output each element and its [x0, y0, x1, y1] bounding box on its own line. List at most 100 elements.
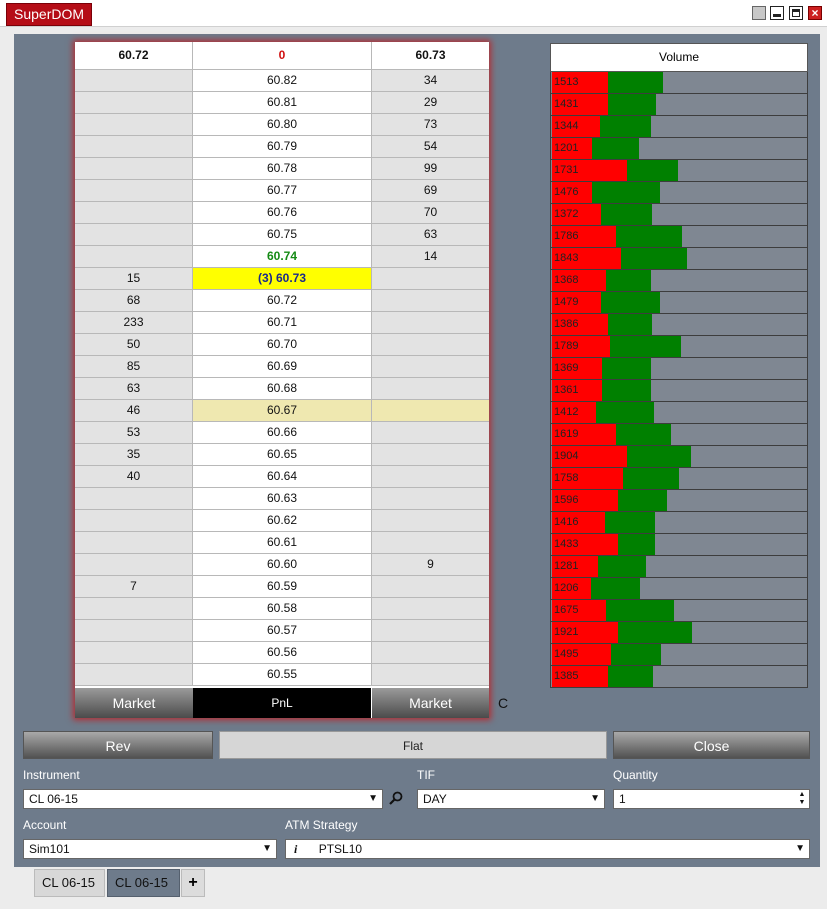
close-position-button[interactable]: Close: [613, 731, 810, 759]
bid-cell[interactable]: [75, 92, 193, 114]
bid-cell[interactable]: [75, 70, 193, 92]
price-cell[interactable]: 60.71: [193, 312, 372, 334]
ask-cell[interactable]: [372, 334, 489, 356]
instrument-select[interactable]: CL 06-15 ▼: [23, 789, 383, 809]
tif-select[interactable]: DAY ▼: [417, 789, 605, 809]
ask-cell[interactable]: 29: [372, 92, 489, 114]
price-cell[interactable]: 60.61: [193, 532, 372, 554]
ask-cell[interactable]: [372, 510, 489, 532]
minimize-button[interactable]: [770, 6, 784, 20]
ask-cell[interactable]: [372, 268, 489, 290]
ask-cell[interactable]: 63: [372, 224, 489, 246]
bid-cell[interactable]: 68: [75, 290, 193, 312]
bid-cell[interactable]: [75, 554, 193, 576]
bid-cell[interactable]: [75, 642, 193, 664]
bid-cell[interactable]: 35: [75, 444, 193, 466]
price-cell[interactable]: 60.63: [193, 488, 372, 510]
price-cell[interactable]: 60.66: [193, 422, 372, 444]
bid-cell[interactable]: 7: [75, 576, 193, 598]
bid-cell[interactable]: [75, 664, 193, 686]
bid-cell[interactable]: [75, 488, 193, 510]
ask-cell[interactable]: [372, 290, 489, 312]
pnl-display-button[interactable]: PnL: [193, 688, 371, 718]
info-icon[interactable]: i: [294, 842, 297, 856]
bid-cell[interactable]: 233: [75, 312, 193, 334]
ask-cell[interactable]: [372, 642, 489, 664]
bid-cell[interactable]: 53: [75, 422, 193, 444]
bid-cell[interactable]: [75, 180, 193, 202]
ask-cell[interactable]: 69: [372, 180, 489, 202]
ask-cell[interactable]: 70: [372, 202, 489, 224]
bid-cell[interactable]: [75, 246, 193, 268]
buy-market-button[interactable]: Market: [75, 688, 193, 718]
ask-cell[interactable]: [372, 532, 489, 554]
price-cell[interactable]: 60.69: [193, 356, 372, 378]
quantity-stepper[interactable]: 1 ▲ ▼: [613, 789, 810, 809]
bid-cell[interactable]: 50: [75, 334, 193, 356]
ask-cell[interactable]: 73: [372, 114, 489, 136]
bid-cell[interactable]: 40: [75, 466, 193, 488]
price-cell[interactable]: 60.76: [193, 202, 372, 224]
bid-cell[interactable]: [75, 158, 193, 180]
price-cell[interactable]: 60.56: [193, 642, 372, 664]
ask-cell[interactable]: [372, 598, 489, 620]
window-options-button[interactable]: [752, 6, 766, 20]
ask-cell[interactable]: [372, 466, 489, 488]
price-cell[interactable]: 60.58: [193, 598, 372, 620]
price-cell[interactable]: 60.67: [193, 400, 372, 422]
ask-cell[interactable]: [372, 620, 489, 642]
ask-cell[interactable]: 54: [372, 136, 489, 158]
sell-market-button[interactable]: Market: [372, 688, 489, 718]
price-cell[interactable]: 60.65: [193, 444, 372, 466]
bid-cell[interactable]: [75, 114, 193, 136]
tab-cl-06-15-active[interactable]: CL 06-15: [107, 869, 180, 897]
bid-cell[interactable]: [75, 598, 193, 620]
bid-cell[interactable]: [75, 202, 193, 224]
ask-cell[interactable]: 9: [372, 554, 489, 576]
bid-cell[interactable]: 46: [75, 400, 193, 422]
price-cell[interactable]: 60.79: [193, 136, 372, 158]
price-cell[interactable]: 60.80: [193, 114, 372, 136]
bid-cell[interactable]: 85: [75, 356, 193, 378]
ask-cell[interactable]: [372, 356, 489, 378]
ask-cell[interactable]: [372, 444, 489, 466]
bid-cell[interactable]: 63: [75, 378, 193, 400]
price-cell[interactable]: 60.74: [193, 246, 372, 268]
price-cell[interactable]: 60.68: [193, 378, 372, 400]
price-cell[interactable]: 60.59: [193, 576, 372, 598]
add-tab-button[interactable]: +: [181, 869, 205, 897]
close-window-button[interactable]: ×: [808, 6, 822, 20]
ask-cell[interactable]: [372, 664, 489, 686]
search-icon[interactable]: [389, 791, 403, 805]
ask-cell[interactable]: [372, 576, 489, 598]
price-cell[interactable]: 60.78: [193, 158, 372, 180]
flatten-button[interactable]: Flat: [219, 731, 607, 759]
ask-cell[interactable]: 34: [372, 70, 489, 92]
tab-cl-06-15-first[interactable]: CL 06-15: [34, 869, 105, 897]
bid-cell[interactable]: [75, 620, 193, 642]
ask-cell[interactable]: [372, 378, 489, 400]
bid-cell[interactable]: [75, 136, 193, 158]
ask-cell[interactable]: 14: [372, 246, 489, 268]
price-cell[interactable]: 60.72: [193, 290, 372, 312]
ask-cell[interactable]: [372, 422, 489, 444]
price-cell[interactable]: 60.57: [193, 620, 372, 642]
stepper-arrows-icon[interactable]: ▲ ▼: [797, 791, 807, 807]
window-title[interactable]: SuperDOM: [6, 3, 93, 26]
price-cell[interactable]: 60.60: [193, 554, 372, 576]
price-cell[interactable]: 60.55: [193, 664, 372, 686]
price-cell[interactable]: 60.77: [193, 180, 372, 202]
bid-cell[interactable]: [75, 532, 193, 554]
reverse-button[interactable]: Rev: [23, 731, 213, 759]
bid-cell[interactable]: 15: [75, 268, 193, 290]
bid-cell[interactable]: [75, 510, 193, 532]
price-cell[interactable]: 60.81: [193, 92, 372, 114]
center-ladder-button[interactable]: C: [498, 695, 508, 711]
price-cell[interactable]: 60.70: [193, 334, 372, 356]
price-cell[interactable]: (3) 60.73: [193, 268, 372, 290]
account-select[interactable]: Sim101 ▼: [23, 839, 277, 859]
maximize-button[interactable]: [789, 6, 803, 20]
ask-cell[interactable]: [372, 312, 489, 334]
price-cell[interactable]: 60.62: [193, 510, 372, 532]
price-cell[interactable]: 60.82: [193, 70, 372, 92]
